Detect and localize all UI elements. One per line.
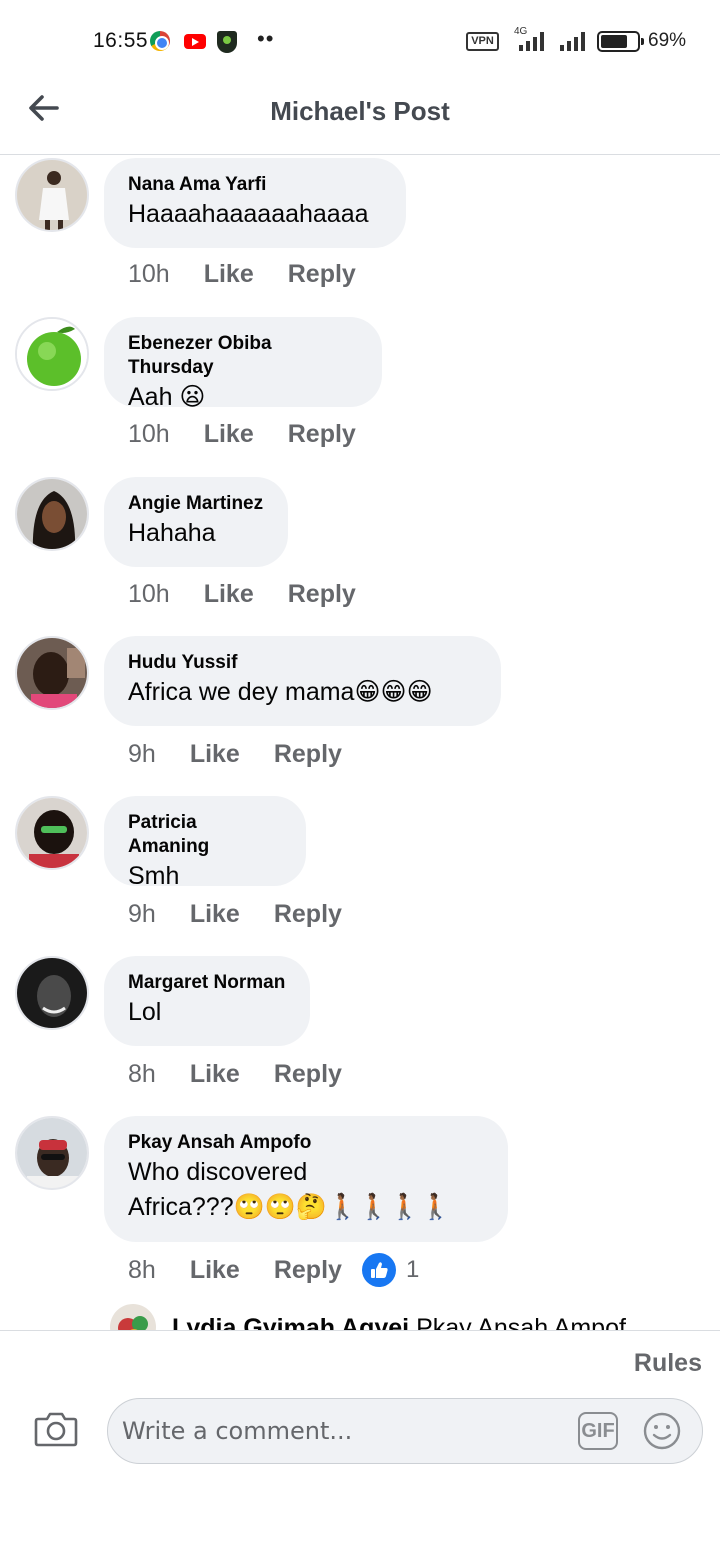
comment-author[interactable]: Margaret Norman: [128, 971, 286, 995]
avatar[interactable]: [15, 477, 89, 551]
comment-composer-bar: Rules GIF: [0, 1330, 720, 1560]
like-button[interactable]: Like: [190, 740, 240, 769]
avatar[interactable]: [15, 158, 89, 232]
comment-actions: 9h Like Reply: [128, 740, 376, 769]
avatar[interactable]: [110, 1304, 156, 1330]
like-button[interactable]: Like: [190, 1256, 240, 1285]
thumbs-up-icon: [361, 1253, 396, 1287]
gif-button[interactable]: GIF: [578, 1412, 618, 1450]
comment-actions: 10h Like Reply: [128, 420, 390, 449]
comment-bubble[interactable]: Patricia Amaning Smh: [104, 796, 306, 890]
reply-button[interactable]: Reply: [274, 900, 342, 929]
avatar-photo: [17, 798, 87, 868]
reply-button[interactable]: Reply: [274, 1060, 342, 1089]
reply-button[interactable]: Reply: [274, 740, 342, 769]
camera-button[interactable]: [34, 1409, 78, 1449]
status-bar: 16:55 •• VPN 4G 69%: [0, 0, 720, 80]
like-button[interactable]: Like: [204, 420, 254, 449]
avatar[interactable]: [15, 317, 89, 391]
comment-author[interactable]: Nana Ama Yarfi: [128, 173, 382, 197]
avatar[interactable]: [15, 1116, 89, 1190]
comment-author[interactable]: Hudu Yussif: [128, 651, 477, 675]
comments-list: Nana Ama Yarfi Haaaahaaaaaahaaaa 10h Lik…: [0, 156, 720, 1330]
comment-bubble[interactable]: Angie Martinez Hahaha: [104, 477, 288, 567]
comment-text: Lol: [128, 998, 162, 1026]
comment-actions: 8h Like Reply: [128, 1060, 376, 1089]
comment-actions: 10h Like Reply: [128, 580, 390, 609]
reply-button[interactable]: Reply: [288, 260, 356, 289]
avatar[interactable]: [15, 636, 89, 710]
status-time: 16:55: [93, 29, 149, 52]
avatar-photo: [17, 479, 87, 549]
avatar-photo: [17, 160, 87, 230]
vpn-icon: VPN: [466, 32, 499, 51]
comment-time: 10h: [128, 580, 170, 608]
comment-text: Hahaha: [128, 519, 216, 547]
reply-author[interactable]: Lydia Gyimah Agyei: [172, 1314, 409, 1330]
rules-link[interactable]: Rules: [634, 1349, 702, 1378]
comment-bubble[interactable]: Hudu Yussif Africa we dey mama😁😁😁: [104, 636, 501, 726]
comment-bubble[interactable]: Margaret Norman Lol: [104, 956, 310, 1046]
avatar-photo: [17, 319, 87, 389]
comment-time: 10h: [128, 420, 170, 448]
comment-author[interactable]: Pkay Ansah Ampofo: [128, 1131, 484, 1155]
smiley-icon: [643, 1412, 681, 1450]
reaction-summary[interactable]: 1: [361, 1253, 420, 1287]
comment-input-box[interactable]: GIF: [107, 1398, 703, 1464]
comment-text: Smh: [128, 862, 180, 890]
comment-time: 9h: [128, 900, 156, 928]
avatar-photo: [17, 1118, 87, 1188]
battery-icon: [597, 31, 644, 52]
comment-author[interactable]: Patricia Amaning: [128, 811, 282, 859]
comment-bubble[interactable]: Pkay Ansah Ampofo Who discovered Africa?…: [104, 1116, 508, 1242]
battery-percent: 69%: [648, 30, 687, 51]
comment-text: Aah 😦: [128, 383, 206, 411]
comment-bubble[interactable]: Ebenezer Obiba Thursday Aah 😦: [104, 317, 382, 411]
signal-icon: [513, 31, 549, 51]
avatar-photo: [110, 1304, 156, 1330]
signal-icon-2: [556, 31, 592, 51]
avatar-photo: [17, 638, 87, 708]
youtube-icon: [184, 34, 206, 49]
comment-text: Who discovered Africa???🙄🙄🤔🚶🏾🚶🏾🚶🏾🚶🏾: [128, 1158, 452, 1221]
app-shield-icon: [217, 31, 237, 53]
like-button[interactable]: Like: [190, 900, 240, 929]
comment-time: 8h: [128, 1255, 156, 1284]
emoji-button[interactable]: [642, 1411, 682, 1451]
comment-actions: 8h Like Reply 1: [128, 1253, 419, 1287]
avatar[interactable]: [15, 796, 89, 870]
comment-text: Africa we dey mama😁😁😁: [128, 678, 433, 706]
post-header: Michael's Post: [0, 80, 720, 155]
comment-input[interactable]: [122, 1409, 562, 1453]
comment-text: Haaaahaaaaaahaaaa: [128, 200, 369, 228]
chrome-icon: [150, 31, 170, 51]
reply-button[interactable]: Reply: [288, 580, 356, 609]
avatar[interactable]: [15, 956, 89, 1030]
reply-line: Lydia Gyimah Agyei Pkay Ansah Ampof: [172, 1314, 626, 1330]
comment-author[interactable]: Ebenezer Obiba Thursday: [128, 332, 358, 380]
like-button[interactable]: Like: [204, 260, 254, 289]
avatar-photo: [17, 958, 87, 1028]
camera-icon: [34, 1412, 78, 1447]
comment-actions: 9h Like Reply: [128, 900, 376, 929]
comment-time: 10h: [128, 260, 170, 288]
more-notifications-icon: ••: [257, 26, 275, 51]
comment-time: 9h: [128, 740, 156, 768]
comment-bubble[interactable]: Nana Ama Yarfi Haaaahaaaaaahaaaa: [104, 158, 406, 248]
reply-text: Pkay Ansah Ampof: [416, 1314, 626, 1330]
reply-button[interactable]: Reply: [274, 1256, 342, 1285]
reply-button[interactable]: Reply: [288, 420, 356, 449]
reaction-count: 1: [405, 1256, 420, 1283]
like-button[interactable]: Like: [204, 580, 254, 609]
comment-actions: 10h Like Reply: [128, 260, 390, 289]
like-button[interactable]: Like: [190, 1060, 240, 1089]
page-title: Michael's Post: [270, 96, 450, 126]
comment-time: 8h: [128, 1060, 156, 1088]
comment-author[interactable]: Angie Martinez: [128, 492, 264, 516]
reply-preview[interactable]: Lydia Gyimah Agyei Pkay Ansah Ampof: [110, 1304, 670, 1330]
